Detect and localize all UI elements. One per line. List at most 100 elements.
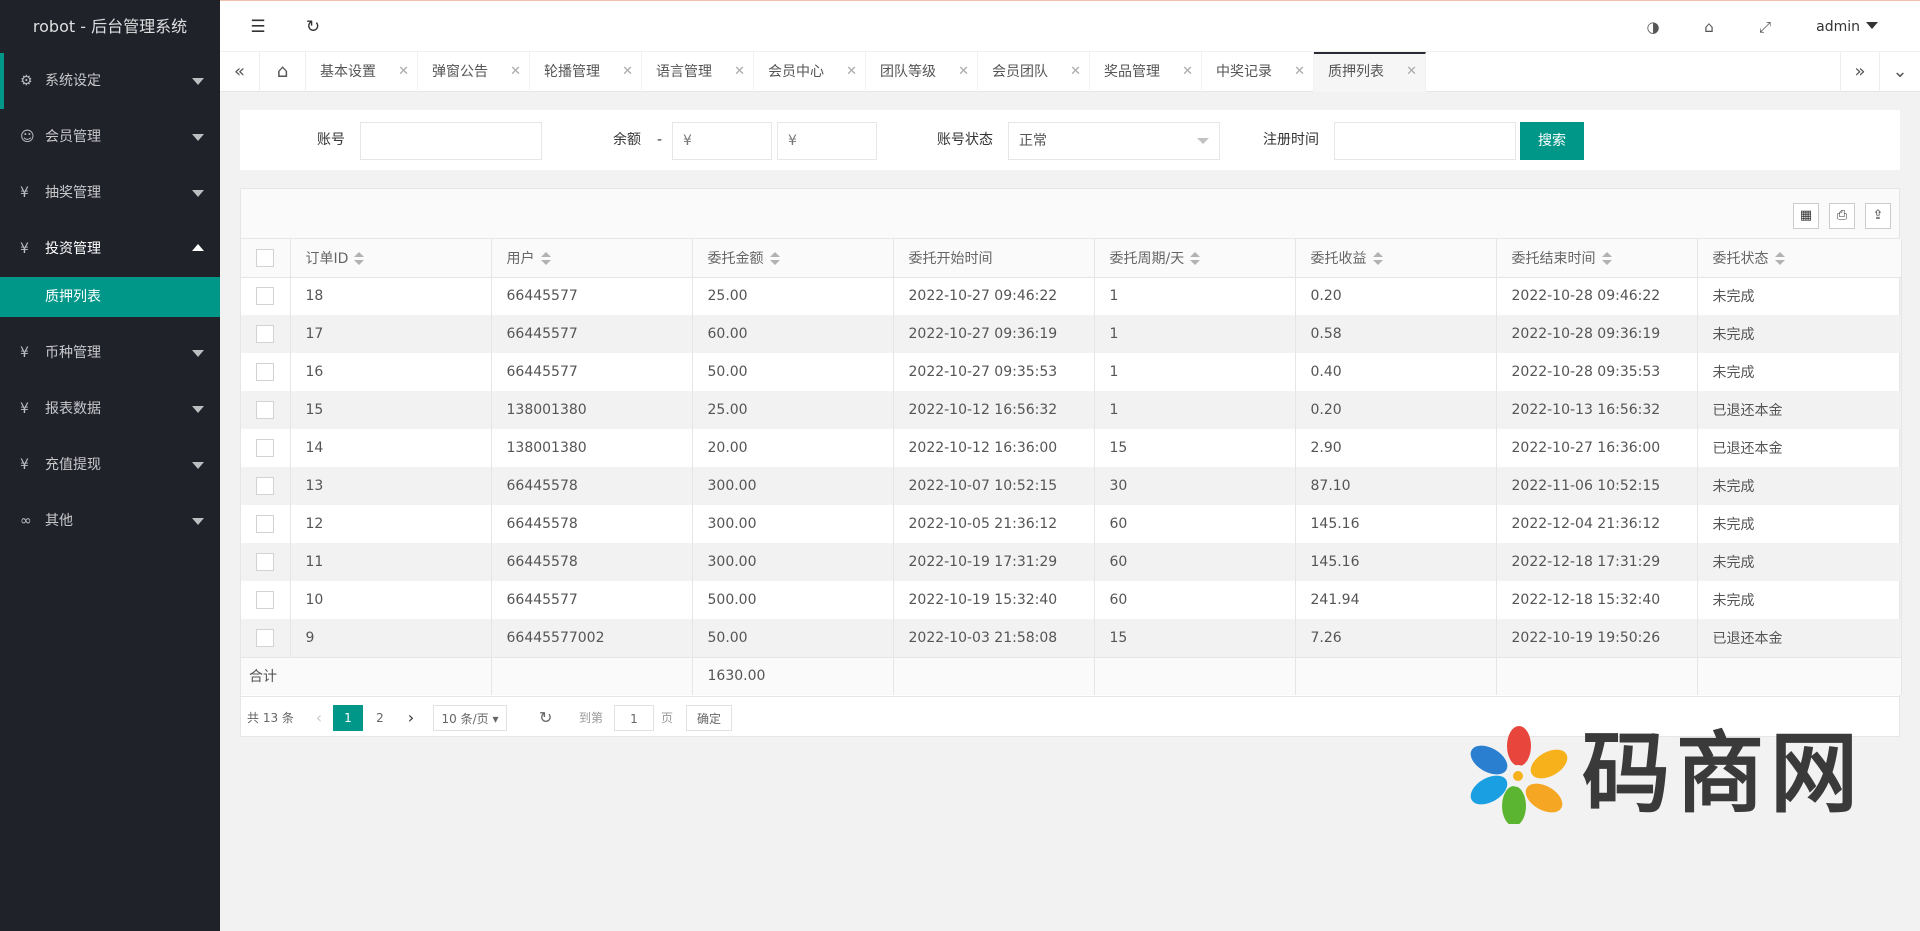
table-row[interactable]: 12 66445578 300.00 2022-10-05 21:36:12 60 145… xyxy=(241,505,1902,543)
column-header-amount[interactable]: 委托金额 xyxy=(692,239,894,278)
sort-icon[interactable] xyxy=(769,251,780,266)
columns-icon[interactable]: ▦ xyxy=(1793,203,1819,229)
table-row[interactable]: 14 138001380 20.00 2022-10-12 16:36:00 15 2.9… xyxy=(241,429,1902,467)
table-row[interactable]: 18 66445577 25.00 2022-10-27 09:46:22 1 0.20 2… xyxy=(241,277,1902,315)
tabs-dropdown-icon[interactable]: ⌄ xyxy=(1880,52,1920,92)
sidebar-item-lottery[interactable]: ¥ 抽奖管理 xyxy=(0,165,220,221)
theme-icon[interactable]: ◑ xyxy=(1638,1,1668,53)
refresh-icon[interactable]: ↻ xyxy=(293,1,333,53)
tag-icon[interactable]: ⌂ xyxy=(1694,1,1724,53)
row-checkbox[interactable] xyxy=(256,325,274,343)
sidebar-item-currency[interactable]: ¥ 币种管理 xyxy=(0,325,220,381)
sidebar-item-other[interactable]: ∞ 其他 xyxy=(0,493,220,549)
sort-icon[interactable] xyxy=(1601,251,1612,266)
row-checkbox[interactable] xyxy=(256,401,274,419)
balance-min-input[interactable]: ¥ xyxy=(672,122,772,160)
close-icon[interactable]: ✕ xyxy=(1406,54,1417,90)
sidebar-item-system[interactable]: ⚙ 系统设定 xyxy=(0,53,220,109)
page-2-button[interactable]: 2 xyxy=(365,705,395,731)
page-1-button[interactable]: 1 xyxy=(333,705,363,731)
page-size-select[interactable]: 10 条/页 ▾ xyxy=(433,705,507,731)
tab-member-center[interactable]: 会员中心 ✕ xyxy=(754,52,866,92)
close-icon[interactable]: ✕ xyxy=(1294,52,1305,92)
goto-confirm-button[interactable]: 确定 xyxy=(686,705,732,731)
sort-icon[interactable] xyxy=(1190,251,1201,266)
close-icon[interactable]: ✕ xyxy=(510,52,521,92)
close-icon[interactable]: ✕ xyxy=(958,52,969,92)
table-row[interactable]: 10 66445577 500.00 2022-10-19 15:32:40 60 241… xyxy=(241,581,1902,619)
export-icon[interactable]: ⇪ xyxy=(1865,203,1891,229)
sidebar-item-investment[interactable]: ¥ 投资管理 xyxy=(0,221,220,277)
balance-max-input[interactable]: ¥ xyxy=(777,122,877,160)
column-header-profit[interactable]: 委托收益 xyxy=(1295,239,1497,278)
select-all-checkbox[interactable] xyxy=(256,248,274,267)
row-select-cell xyxy=(241,467,291,505)
tab-pledge-list[interactable]: 质押列表 ✕ xyxy=(1314,52,1426,92)
tab-winning-records[interactable]: 中奖记录 ✕ xyxy=(1202,52,1314,92)
tab-popup-notice[interactable]: 弹窗公告 ✕ xyxy=(418,52,530,92)
sidebar-item-members[interactable]: ☺ 会员管理 xyxy=(0,109,220,165)
balance-label: 余额 xyxy=(613,132,641,148)
close-icon[interactable]: ✕ xyxy=(398,52,409,92)
tabs-scroll-right-icon[interactable]: » xyxy=(1840,52,1880,92)
table-row[interactable]: 16 66445577 50.00 2022-10-27 09:35:53 1 0.40 2… xyxy=(241,353,1902,391)
tab-prizes[interactable]: 奖品管理 ✕ xyxy=(1090,52,1202,92)
column-label: 用户 xyxy=(506,250,535,267)
next-page-icon[interactable]: › xyxy=(401,705,421,731)
row-checkbox[interactable] xyxy=(256,439,274,457)
column-header-period[interactable]: 委托周期/天 xyxy=(1094,239,1296,278)
tabs-scroll-left-icon[interactable]: « xyxy=(220,52,260,92)
tab-basic-settings[interactable]: 基本设置 ✕ xyxy=(306,52,418,92)
row-checkbox[interactable] xyxy=(256,515,274,533)
table-row[interactable]: 11 66445578 300.00 2022-10-19 17:31:29 60 145… xyxy=(241,543,1902,581)
cell-start-time: 2022-10-05 21:36:12 xyxy=(893,505,1095,543)
home-icon[interactable]: ⌂ xyxy=(260,52,306,92)
menu-toggle-icon[interactable]: ☰ xyxy=(238,1,278,53)
close-icon[interactable]: ✕ xyxy=(622,52,633,92)
print-icon[interactable]: ⎙ xyxy=(1829,203,1855,229)
prev-page-icon[interactable]: ‹ xyxy=(309,705,329,731)
close-icon[interactable]: ✕ xyxy=(1182,52,1193,92)
register-time-input[interactable] xyxy=(1334,122,1516,160)
yen-icon: ¥ xyxy=(20,185,29,201)
tab-language[interactable]: 语言管理 ✕ xyxy=(642,52,754,92)
column-header-user[interactable]: 用户 xyxy=(491,239,693,278)
close-icon[interactable]: ✕ xyxy=(734,52,745,92)
user-menu[interactable]: admin xyxy=(1816,1,1878,53)
close-icon[interactable]: ✕ xyxy=(1070,52,1081,92)
tab-team-level[interactable]: 团队等级 ✕ xyxy=(866,52,978,92)
cell-profit: 145.16 xyxy=(1295,543,1497,581)
sidebar-item-deposit-withdraw[interactable]: ¥ 充值提现 xyxy=(0,437,220,493)
table-row[interactable]: 15 138001380 25.00 2022-10-12 16:56:32 1 0.20… xyxy=(241,391,1902,429)
row-checkbox[interactable] xyxy=(256,591,274,609)
row-checkbox[interactable] xyxy=(256,477,274,495)
sidebar-subitem-pledge-list[interactable]: 质押列表 xyxy=(0,277,220,317)
table-row[interactable]: 9 66445577002 50.00 2022-10-03 21:58:08 15 7.… xyxy=(241,619,1902,657)
table-row[interactable]: 17 66445577 60.00 2022-10-27 09:36:19 1 0.58 2… xyxy=(241,315,1902,353)
tab-member-team[interactable]: 会员团队 ✕ xyxy=(978,52,1090,92)
close-icon[interactable]: ✕ xyxy=(846,52,857,92)
cell-period: 60 xyxy=(1094,543,1296,581)
refresh-page-icon[interactable]: ↻ xyxy=(539,705,552,731)
sort-icon[interactable] xyxy=(354,251,365,266)
search-button[interactable]: 搜索 xyxy=(1520,122,1584,160)
row-checkbox[interactable] xyxy=(256,287,274,306)
column-header-order-id[interactable]: 订单ID xyxy=(290,239,492,278)
sidebar-item-reports[interactable]: ¥ 报表数据 xyxy=(0,381,220,437)
sort-icon[interactable] xyxy=(1774,251,1785,266)
fullscreen-icon[interactable]: ⤢ xyxy=(1750,1,1780,53)
account-input[interactable] xyxy=(360,122,542,160)
cell-order-id: 13 xyxy=(290,467,492,505)
row-checkbox[interactable] xyxy=(256,363,274,381)
table-row[interactable]: 13 66445578 300.00 2022-10-07 10:52:15 30 87.… xyxy=(241,467,1902,505)
tab-carousel[interactable]: 轮播管理 ✕ xyxy=(530,52,642,92)
row-checkbox[interactable] xyxy=(256,628,274,647)
column-header-status[interactable]: 委托状态 xyxy=(1697,239,1902,278)
row-checkbox[interactable] xyxy=(256,553,274,571)
status-select[interactable]: 正常 xyxy=(1008,122,1220,160)
sort-icon[interactable] xyxy=(540,251,551,266)
status-label: 账号状态 xyxy=(937,132,993,148)
column-header-end-time[interactable]: 委托结束时间 xyxy=(1496,239,1698,278)
goto-page-input[interactable]: 1 xyxy=(614,705,654,731)
sort-icon[interactable] xyxy=(1372,251,1383,266)
